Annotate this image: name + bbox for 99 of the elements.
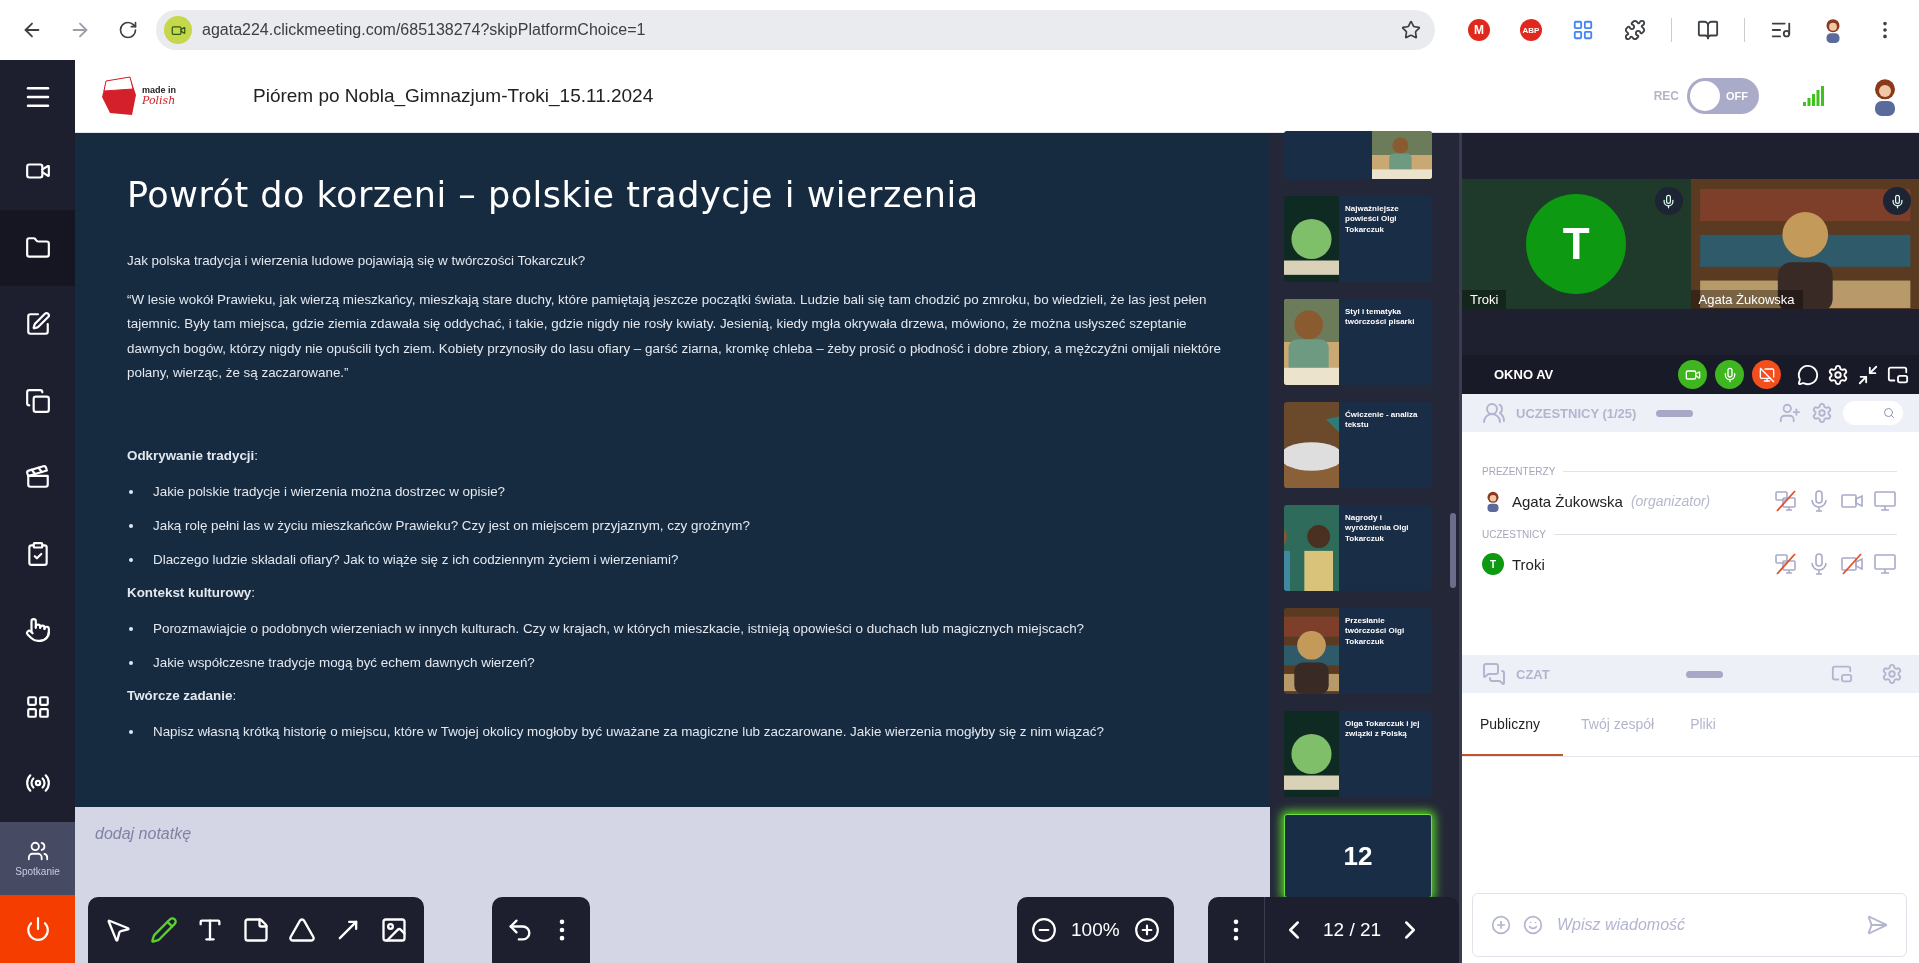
folder-icon [24, 234, 51, 261]
drag-handle[interactable] [1686, 670, 1723, 678]
rec-label: REC [1653, 89, 1679, 103]
screen-share-icon [1758, 366, 1775, 383]
participant-initial: T [1526, 194, 1627, 294]
slide-thumbnail[interactable]: Styl i tematyka twórczości pisarki [1284, 299, 1432, 385]
slide-thumbnail[interactable]: Nagrody i wyróżnienia Olgi Tokarczuk [1284, 505, 1432, 591]
bullet-text: Porozmawiajcie o podobnych wierzeniach w innych kulturach. Czy w krajach, w których mieszkacie, istnieją opowieści o duchach lub magicznych miejscach? [153, 619, 1085, 638]
slide-thumbnail[interactable]: Najważniejsze powieści Olgi Tokarczuk [1284, 196, 1432, 282]
chat-bubble-icon[interactable] [1797, 363, 1819, 386]
zoom-in-icon[interactable] [1133, 917, 1160, 943]
participant-name: Agata Żukowska [1512, 492, 1623, 510]
media-player-icon [24, 464, 51, 491]
bullet-icon [129, 660, 133, 665]
video-camera-icon [164, 16, 192, 44]
bullet-text: Jaką rolę pełni las w życiu mieszkańców Prawieku? Czy jest on miejscem przyjaznym, czy groźnym? [153, 516, 750, 535]
chat-tab[interactable]: Publiczny [1462, 693, 1563, 756]
av-window-title: OKNO AV [1494, 367, 1555, 382]
meeting-label: Spotkanie [15, 865, 60, 877]
slide-question: Jak polska tradycja i wierzenia ludowe pojawiają się w twórczości Tokarczuk? [127, 252, 587, 270]
video-camera-button[interactable] [1678, 360, 1707, 389]
group-label: UCZESTNICY [1482, 529, 1546, 540]
section-heading: Kontekst kulturowy: [127, 584, 255, 600]
bullet-text: Jakie polskie tradycje i wierzenia można dostrzec w opisie? [153, 482, 506, 501]
bullet-icon [129, 489, 133, 494]
scrollbar[interactable] [1450, 513, 1456, 588]
meeting-button[interactable]: Spotkanie [0, 821, 75, 895]
grid-icon [24, 693, 51, 720]
people-icon [1482, 401, 1506, 425]
bullet-text: Napisz własną krótką historię o miejscu, które w Twojej okolicy mogłoby być uważane za magiczne lub zaczarowane. Jakie wierzenia mogłyby się z nim wiązać? [153, 722, 1104, 741]
participant-name: Troki [1462, 290, 1507, 309]
screens-icon [24, 387, 51, 414]
extension-badge[interactable]: ABP [1520, 19, 1542, 41]
reading-list-icon[interactable] [1697, 19, 1719, 41]
zoom-out-icon[interactable] [1031, 917, 1057, 943]
microphone-icon [1889, 193, 1905, 209]
participant-name: Agata Żukowska [1690, 290, 1803, 309]
thumbnail-title: Przesłanie twórczości Olgi Tokarczuk [1344, 615, 1406, 648]
bullet-text: Dlaczego ludzie składali ofiary? Jak to wiąże się z ich codziennym życiem i wierzeniami? [153, 550, 679, 569]
slide-thumbnail[interactable]: Przesłanie twórczości Olgi Tokarczuk [1284, 608, 1432, 694]
thumbnail-title: Styl i tematyka twórczości pisarki [1344, 306, 1416, 329]
url-text: agata224.clickmeeting.com/685138274?skipPlatformChoice=1 [202, 21, 647, 39]
microphone-button[interactable] [1715, 360, 1744, 389]
power-icon [24, 915, 51, 942]
reload-icon[interactable] [118, 20, 138, 40]
search-field[interactable] [1843, 401, 1903, 425]
minimize-icon[interactable] [1857, 363, 1879, 386]
share-off-icon[interactable] [1774, 489, 1798, 513]
section-heading: Twórcze zadanie: [127, 687, 237, 703]
puzzle-icon[interactable] [1624, 19, 1646, 41]
bullet-icon [129, 557, 133, 562]
search-icon [1883, 407, 1895, 419]
bullet-icon [129, 729, 133, 734]
slide-quote: “W lesie wokół Prawieku, jak wierzą mieszkańcy, mieszkają stare duchy, które pamiętają jeszcze początki świata. Ludzie bali się tam chodzić po zmroku, bo wiedzieli, że las jest pełen tajemnic. Były tam miejsca, gdzie ziemia zdawała się oddychać, i takie, gdzie nigdy nie rosły kwiaty. Jesienią, kiedy mgła okrywała drzewa, mówiono, że można usłyszeć szeptanie dawnych bogów, którzy nigdy nie opuścili tych ziem. Kobiety przynosiły do lasu ofiary – garść ziarna, kromkę chleba – żeby prosić o płodność i dobre zbiory, a mężczyźni omijali niektóre polany, wierząc, że są zaczarowane.” [127, 290, 1222, 382]
slide-title: Powrót do korzeni – polskie tradycje i wierzenia [127, 175, 980, 215]
address-bar[interactable]: agata224.clickmeeting.com/685138274?skipPlatformChoice=1 [156, 10, 1435, 50]
slide-thumbnail[interactable]: Ćwiczenie - analiza tekstu [1284, 402, 1432, 488]
slide-thumbnail[interactable] [1284, 131, 1432, 179]
group-label: PREZENTERZY [1482, 466, 1556, 477]
panel-title: UCZESTNICY (1/25) [1516, 405, 1638, 421]
meeting-title: Piórem po Nobla_Gimnazjum-Troki_15.11.2024 [253, 85, 655, 107]
sticky-note-icon[interactable] [242, 916, 270, 944]
thumbnail-title: Nagrody i wyróżnienia Olgi Tokarczuk [1344, 512, 1410, 545]
bullet-text: Jakie współczesne tradycje mogą być echem dawnych wierzeń? [153, 653, 535, 672]
pencil-icon[interactable] [150, 916, 178, 944]
logo-text: Polish [142, 95, 176, 106]
zoom-level: 100% [1071, 919, 1120, 941]
sidebar-item[interactable] [0, 209, 75, 286]
logo-text: made in [142, 86, 176, 95]
avatar-icon: T [1482, 553, 1504, 575]
participant-name: Troki [1512, 555, 1545, 573]
thumbnail-title: Najważniejsze powieści Olgi Tokarczuk [1344, 203, 1400, 236]
drag-handle[interactable] [1656, 409, 1693, 417]
slide-thumbnail[interactable]: Olga Tokarczuk i jej związki z Polską [1284, 711, 1432, 797]
extension-tiles-icon[interactable] [1572, 19, 1594, 41]
page-counter: 12 / 21 [1323, 919, 1382, 941]
bullet-icon [129, 626, 133, 631]
section-heading: Odkrywanie tradycji: [127, 447, 258, 463]
bookmark-star-icon[interactable] [1401, 20, 1421, 40]
people-icon [26, 839, 49, 862]
leave-button[interactable] [0, 894, 75, 963]
bullet-icon [129, 523, 133, 528]
image-icon[interactable] [380, 916, 408, 944]
thumbnail-title: Olga Tokarczuk i jej związki z Polską [1344, 718, 1421, 741]
camera-off-icon[interactable] [1840, 552, 1864, 576]
slide-thumbnail[interactable]: 12 [1284, 814, 1432, 898]
screen-share-button[interactable] [1752, 360, 1781, 389]
slide-number: 12 [1343, 840, 1373, 872]
triangle-icon[interactable] [288, 916, 316, 944]
extension-badge[interactable]: M [1468, 19, 1490, 41]
microphone-icon [1661, 193, 1676, 209]
thumbnail-title: Ćwiczenie - analiza tekstu [1344, 409, 1419, 432]
signal-icon [1803, 86, 1825, 106]
panel-title: CZAT [1516, 666, 1551, 682]
participant-role: (organizator) [1630, 493, 1711, 509]
chat-icon [1482, 662, 1506, 686]
share-off-icon[interactable] [1774, 552, 1798, 576]
pointer-hand-icon [24, 617, 51, 644]
edit-icon [24, 311, 51, 338]
